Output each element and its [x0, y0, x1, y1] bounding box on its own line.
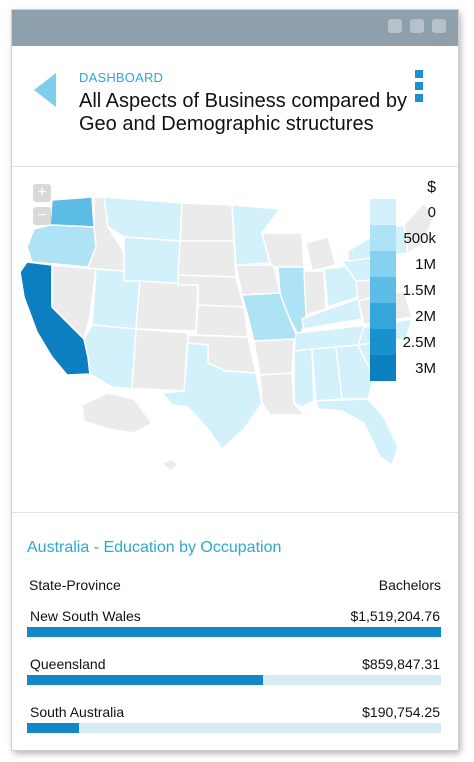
state-indiana[interactable] [303, 270, 327, 316]
value-bar-track [27, 723, 441, 733]
state-new-mexico[interactable] [131, 328, 189, 392]
back-arrow-icon [34, 73, 56, 107]
column-header-bachelors: Bachelors [378, 577, 441, 593]
menu-dot-icon [415, 82, 423, 90]
state-washington[interactable] [49, 196, 95, 228]
state-south-dakota[interactable] [177, 240, 237, 278]
state-florida[interactable] [315, 398, 399, 466]
table-row[interactable]: South Australia $190,754.25 [27, 704, 441, 750]
status-bar [12, 10, 458, 46]
legend-item: 2.5M [370, 329, 440, 355]
section-title: Australia - Education by Occupation [27, 539, 282, 556]
page-header: DASHBOARD All Aspects of Business compar… [12, 46, 458, 167]
menu-dot-icon [415, 94, 423, 102]
state-mississippi[interactable] [293, 348, 315, 408]
us-map-panel: + − $ 0 500k 1M 1.5M 2M 2.5M 3M [12, 167, 458, 512]
row-state-name: Queensland [30, 656, 106, 672]
row-state-name: New South Wales [30, 608, 141, 624]
state-oregon[interactable] [26, 224, 97, 268]
value-bar-track [27, 675, 441, 685]
state-kansas[interactable] [195, 304, 249, 338]
overflow-menu-button[interactable] [412, 70, 426, 110]
row-value: $190,754.25 [362, 704, 440, 720]
status-icons [388, 19, 446, 33]
state-arizona[interactable] [83, 324, 137, 390]
back-button[interactable] [34, 73, 58, 107]
state-arkansas[interactable] [253, 338, 295, 376]
menu-dot-icon [415, 70, 423, 78]
battery-icon [432, 19, 446, 33]
state-iowa[interactable] [235, 264, 281, 296]
section-divider [12, 512, 458, 513]
app-frame: DASHBOARD All Aspects of Business compar… [12, 10, 458, 750]
state-colorado[interactable] [135, 280, 199, 332]
table-header: State-Province Bachelors [29, 577, 441, 597]
table-row[interactable]: New South Wales $1,519,204.76 [27, 608, 441, 656]
zoom-in-button[interactable]: + [33, 184, 51, 202]
value-bar-fill [27, 723, 80, 733]
legend-item: 1.5M [370, 277, 440, 303]
row-value: $1,519,204.76 [350, 608, 440, 624]
legend-item: 500k [370, 225, 440, 251]
legend-item: 1M [370, 251, 440, 277]
zoom-out-button[interactable]: − [33, 207, 51, 225]
legend-item: 0 [370, 199, 440, 225]
value-bar-fill [27, 627, 441, 637]
legend-item: 2M [370, 303, 440, 329]
breadcrumb[interactable]: DASHBOARD [79, 70, 163, 85]
state-michigan[interactable] [305, 236, 337, 272]
table-row[interactable]: Queensland $859,847.31 [27, 656, 441, 704]
value-bar-fill [27, 675, 263, 685]
state-alaska[interactable] [81, 392, 153, 434]
legend-item: 3M [370, 355, 440, 381]
state-hawaii[interactable] [161, 458, 179, 472]
page-title: All Aspects of Business compared by Geo … [79, 90, 407, 135]
state-north-dakota[interactable] [179, 202, 235, 242]
state-wyoming[interactable] [123, 236, 181, 286]
wifi-icon [388, 19, 402, 33]
row-value: $859,847.31 [362, 656, 440, 672]
map-legend: $ 0 500k 1M 1.5M 2M 2.5M 3M [370, 179, 440, 381]
value-bar-track [27, 627, 441, 637]
signal-icon [410, 19, 424, 33]
row-state-name: South Australia [30, 704, 125, 720]
legend-title: $ [427, 179, 436, 196]
state-montana[interactable] [103, 196, 183, 242]
column-header-state: State-Province [29, 577, 121, 593]
